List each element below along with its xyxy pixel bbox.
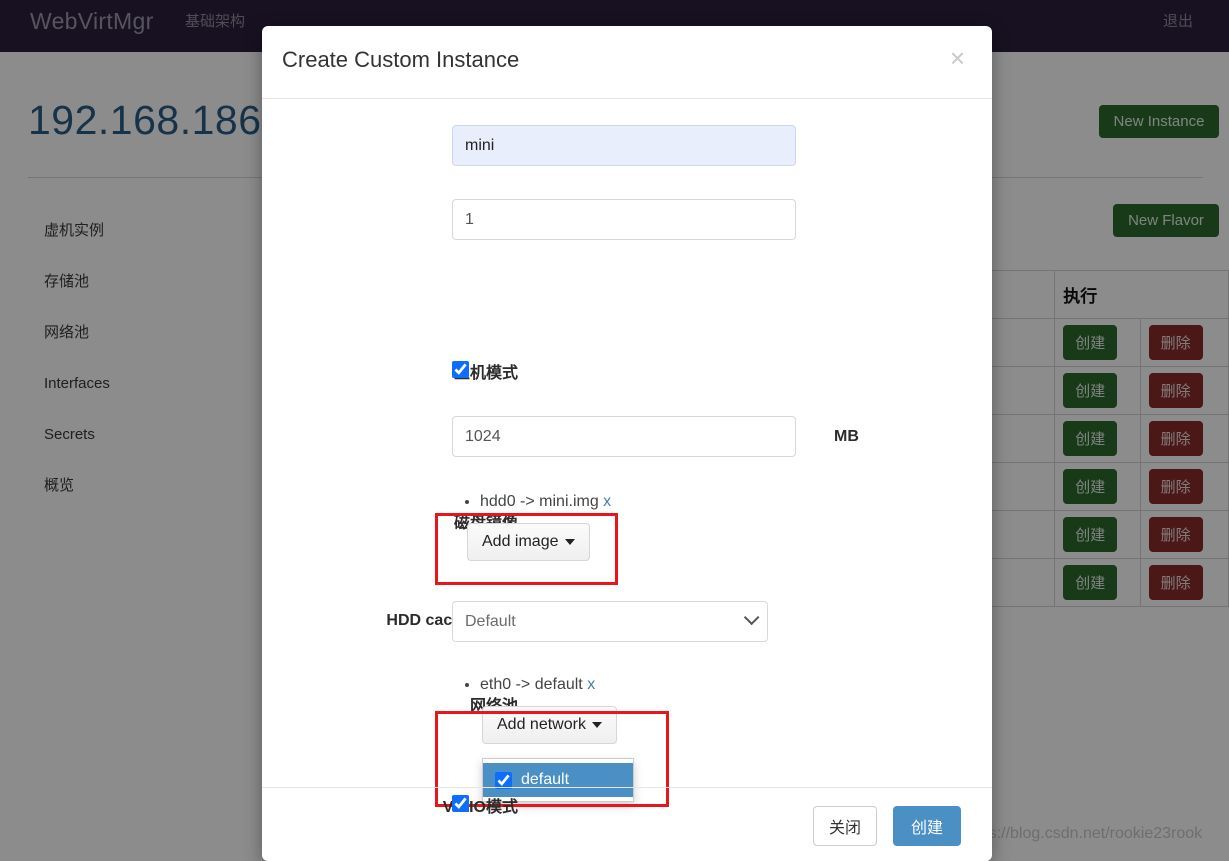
memory-unit: MB [834,428,859,446]
add-network-label: Add network [497,716,586,733]
disk-image-control: hdd0 -> mini.img x Add image [452,491,852,561]
add-image-button[interactable]: Add image [467,523,590,561]
network-pool-control: eth0 -> default x Add network [452,674,852,744]
disk-image-list: hdd0 -> mini.img x [452,491,852,513]
add-network-button[interactable]: Add network [482,706,617,744]
name-input[interactable] [452,125,796,166]
create-button[interactable]: 创建 [893,806,961,846]
remove-network-link[interactable]: x [587,676,595,693]
memory-input-wrap [452,416,796,457]
cancel-button[interactable]: 关闭 [813,806,877,846]
hdd-cache-select-wrap: Default [452,601,768,642]
host-model-label: 主机模式 [262,359,518,383]
remove-disk-image-link[interactable]: x [603,493,611,510]
name-input-wrap [452,125,796,166]
add-image-label: Add image [482,533,559,550]
close-icon[interactable]: × [944,44,971,72]
modal-header: Create Custom Instance × [262,26,992,99]
network-pool-item-text: eth0 -> default [480,676,583,693]
host-model-checkbox-wrap [452,361,469,383]
modal-body: 名称 虚拟CPU 主机模式 CPU 内存 MB [262,99,992,787]
memory-input[interactable] [452,416,796,457]
chevron-down-icon [565,539,575,545]
modal-title: Create Custom Instance [282,47,519,73]
create-custom-instance-modal: Create Custom Instance × 名称 虚拟CPU 主机模式 C… [262,26,992,861]
vcpu-input-wrap [452,199,796,240]
hdd-cache-mode-select[interactable]: Default [452,601,768,642]
vcpu-input[interactable] [452,199,796,240]
list-item: eth0 -> default x [480,674,852,696]
disk-image-item-text: hdd0 -> mini.img [480,493,599,510]
host-model-checkbox[interactable] [452,361,469,378]
chevron-down-icon [592,722,602,728]
list-item: hdd0 -> mini.img x [480,491,852,513]
network-pool-list: eth0 -> default x [452,674,852,696]
modal-footer: 关闭 创建 [262,787,992,861]
network-default-checkbox[interactable] [495,772,512,789]
